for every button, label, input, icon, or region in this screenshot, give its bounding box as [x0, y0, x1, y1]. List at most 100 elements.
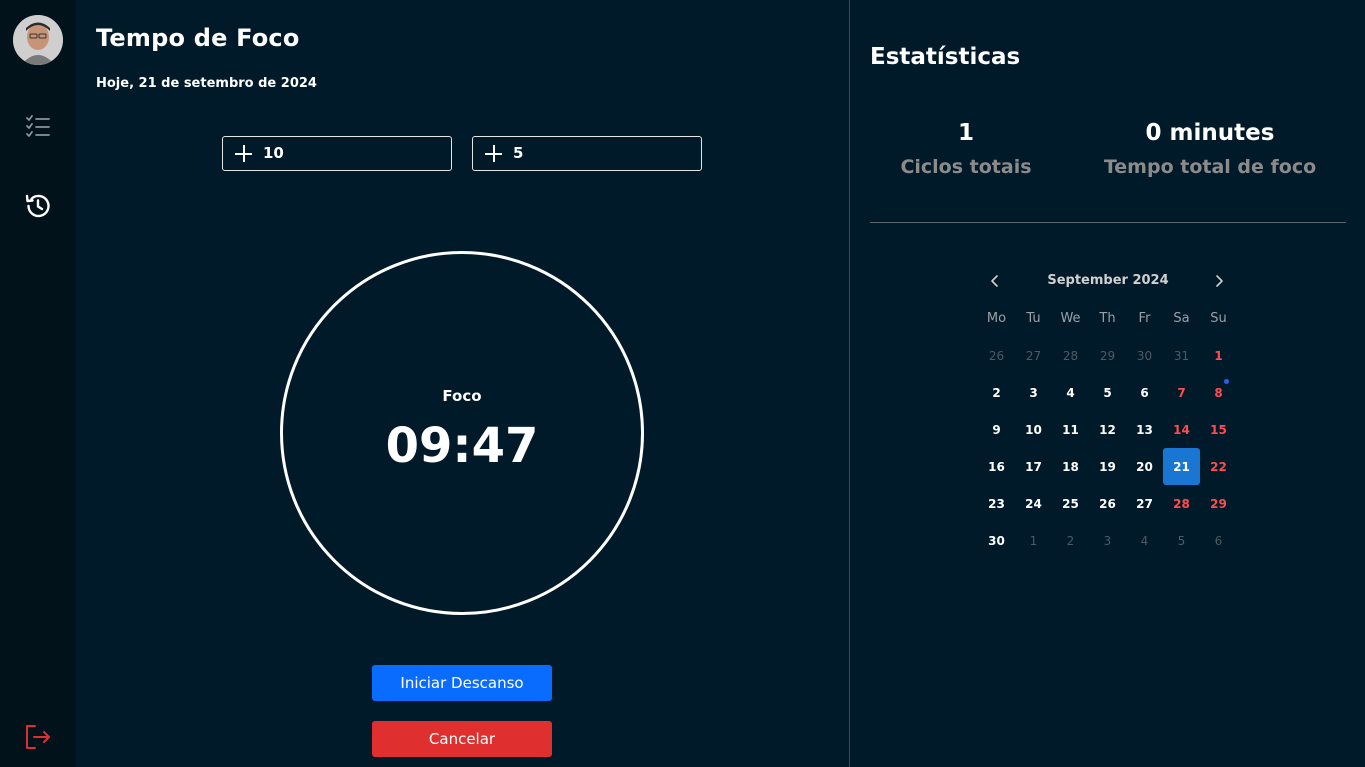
calendar-day[interactable]: 25 — [1052, 485, 1089, 522]
calendar-day-number: 21 — [1173, 459, 1190, 474]
calendar-day[interactable]: 2 — [978, 374, 1015, 411]
total-focus-label: Tempo total de foco — [1103, 156, 1317, 178]
calendar-day[interactable]: 6 — [1200, 522, 1237, 559]
logout-icon[interactable] — [24, 723, 52, 751]
focus-minutes-value[interactable]: 10 — [263, 144, 284, 162]
calendar-day[interactable]: 10 — [1015, 411, 1052, 448]
calendar-day[interactable]: 31 — [1163, 337, 1200, 374]
calendar-month-label[interactable]: September 2024 — [978, 273, 1238, 288]
total-focus-stat: 0 minutes Tempo total de foco — [1100, 120, 1320, 178]
calendar-day[interactable]: 27 — [1015, 337, 1052, 374]
calendar-day[interactable]: 8 — [1200, 374, 1237, 411]
plus-icon[interactable] — [235, 145, 252, 162]
calendar-day[interactable]: 13 — [1126, 411, 1163, 448]
calendar-day[interactable]: 12 — [1089, 411, 1126, 448]
calendar-day[interactable]: 23 — [978, 485, 1015, 522]
calendar-day-number: 26 — [1099, 496, 1116, 511]
calendar-day-number: 6 — [1214, 533, 1223, 548]
calendar-day-number: 7 — [1177, 385, 1186, 400]
avatar-image — [13, 15, 63, 65]
calendar-day-selected[interactable]: 21 — [1163, 448, 1200, 485]
calendar-day[interactable]: 14 — [1163, 411, 1200, 448]
weekday-label: Th — [1099, 311, 1116, 326]
user-avatar[interactable] — [13, 15, 63, 65]
calendar-day[interactable]: 6 — [1126, 374, 1163, 411]
calendar: September 2024 Mo Tu We Th Fr Sa Su 26 27 28 29 30… — [978, 264, 1238, 559]
calendar-day[interactable]: 9 — [978, 411, 1015, 448]
calendar-week-row: 26 27 28 29 30 31 1 — [978, 337, 1238, 374]
calendar-header: September 2024 — [978, 264, 1238, 300]
calendar-day-number: 20 — [1136, 459, 1153, 474]
calendar-day[interactable]: 17 — [1015, 448, 1052, 485]
calendar-day[interactable]: 3 — [1089, 522, 1126, 559]
calendar-day[interactable]: 2 — [1052, 522, 1089, 559]
calendar-day-number: 13 — [1136, 422, 1153, 437]
calendar-day[interactable]: 30 — [978, 522, 1015, 559]
page-title: Tempo de Foco — [96, 24, 300, 52]
calendar-day-number: 18 — [1062, 459, 1079, 474]
calendar-day-number: 1 — [1214, 348, 1223, 363]
chevron-right-icon[interactable] — [1212, 274, 1226, 288]
timer-mode-label: Foco — [442, 387, 482, 405]
calendar-day[interactable]: 3 — [1015, 374, 1052, 411]
calendar-day[interactable]: 1 — [1015, 522, 1052, 559]
calendar-day-number: 5 — [1103, 385, 1112, 400]
start-break-button[interactable]: Iniciar Descanso — [372, 665, 552, 701]
calendar-day[interactable]: 11 — [1052, 411, 1089, 448]
calendar-day[interactable]: 1 — [1200, 337, 1237, 374]
calendar-day[interactable]: 7 — [1163, 374, 1200, 411]
break-minutes-value[interactable]: 5 — [513, 144, 523, 162]
calendar-day-number: 28 — [1062, 348, 1079, 363]
calendar-day[interactable]: 30 — [1126, 337, 1163, 374]
calendar-day-number: 23 — [988, 496, 1005, 511]
calendar-day[interactable]: 20 — [1126, 448, 1163, 485]
calendar-week-row: 23 24 25 26 27 28 29 — [978, 485, 1238, 522]
calendar-day[interactable]: 4 — [1052, 374, 1089, 411]
calendar-day-number: 10 — [1025, 422, 1042, 437]
cancel-button[interactable]: Cancelar — [372, 721, 552, 757]
calendar-day-number: 12 — [1099, 422, 1116, 437]
calendar-day-number: 24 — [1025, 496, 1042, 511]
calendar-weekday-row: Mo Tu We Th Fr Sa Su — [978, 300, 1238, 337]
calendar-day[interactable]: 18 — [1052, 448, 1089, 485]
calendar-day[interactable]: 5 — [1163, 522, 1200, 559]
calendar-day-number: 3 — [1029, 385, 1038, 400]
calendar-week-row: 16 17 18 19 20 21 22 — [978, 448, 1238, 485]
statistics-title: Estatísticas — [870, 44, 1021, 70]
calendar-day-number: 16 — [988, 459, 1005, 474]
break-minutes-field[interactable]: 5 — [472, 136, 702, 171]
history-icon[interactable] — [24, 192, 52, 220]
event-dot-indicator — [1224, 379, 1229, 384]
statistics-panel: Estatísticas 1 Ciclos totais 0 minutes T… — [850, 0, 1365, 767]
timer-countdown: 09:47 — [385, 418, 539, 474]
calendar-day-number: 2 — [1066, 533, 1075, 548]
calendar-day[interactable]: 27 — [1126, 485, 1163, 522]
calendar-days-grid: 26 27 28 29 30 31 1 2 3 4 5 6 7 8 9 10 11 12 13 14 15 16 17 18 1… — [978, 337, 1238, 559]
calendar-day[interactable]: 29 — [1200, 485, 1237, 522]
weekday-label: Fr — [1138, 311, 1151, 326]
calendar-day[interactable]: 4 — [1126, 522, 1163, 559]
calendar-day-number: 15 — [1210, 422, 1227, 437]
timer-circle: Foco 09:47 — [280, 251, 644, 615]
calendar-day[interactable]: 19 — [1089, 448, 1126, 485]
tasks-checklist-icon[interactable] — [24, 113, 52, 141]
calendar-day[interactable]: 22 — [1200, 448, 1237, 485]
calendar-day[interactable]: 24 — [1015, 485, 1052, 522]
calendar-day[interactable]: 28 — [1163, 485, 1200, 522]
calendar-day-number: 29 — [1099, 348, 1116, 363]
calendar-week-row: 9 10 11 12 13 14 15 — [978, 411, 1238, 448]
calendar-day-number: 14 — [1173, 422, 1190, 437]
calendar-day[interactable]: 16 — [978, 448, 1015, 485]
focus-main-panel: Tempo de Foco Hoje, 21 de setembro de 20… — [76, 0, 849, 767]
calendar-day[interactable]: 26 — [1089, 485, 1126, 522]
calendar-day[interactable]: 5 — [1089, 374, 1126, 411]
total-cycles-value: 1 — [957, 120, 974, 146]
calendar-day[interactable]: 15 — [1200, 411, 1237, 448]
page-date: Hoje, 21 de setembro de 2024 — [96, 76, 317, 91]
calendar-day[interactable]: 29 — [1089, 337, 1126, 374]
calendar-day[interactable]: 26 — [978, 337, 1015, 374]
calendar-day-number: 30 — [988, 533, 1005, 548]
focus-minutes-field[interactable]: 10 — [222, 136, 452, 171]
plus-icon[interactable] — [485, 145, 502, 162]
calendar-day[interactable]: 28 — [1052, 337, 1089, 374]
